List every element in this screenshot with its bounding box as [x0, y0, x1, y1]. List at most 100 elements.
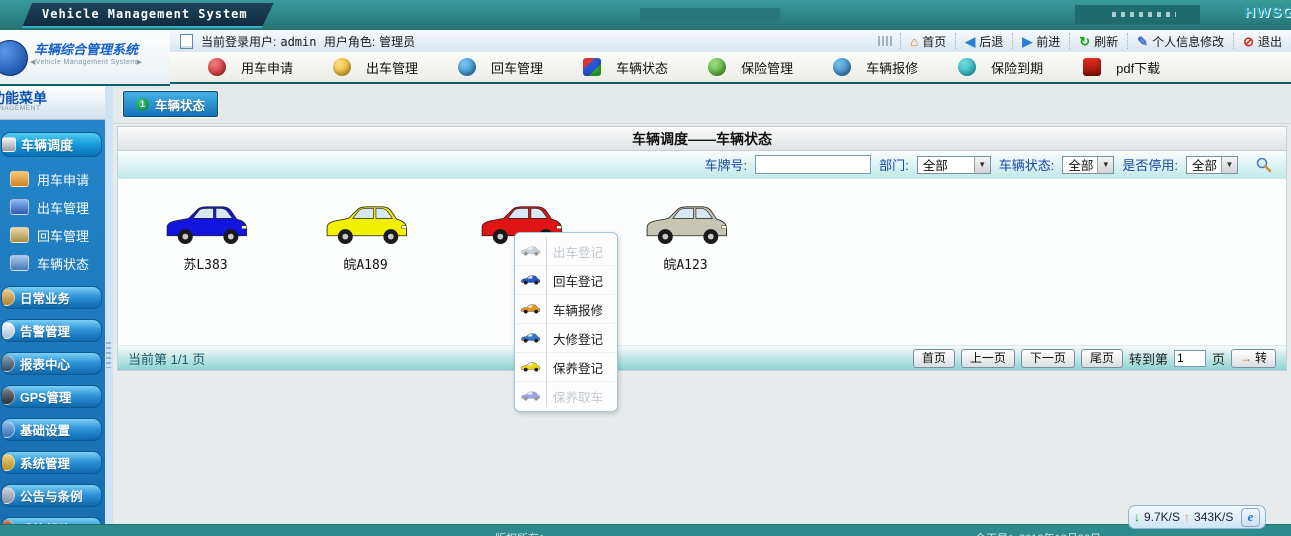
sidebar-item[interactable]: 出车管理	[0, 193, 105, 221]
dept-label: 部门:	[879, 155, 909, 174]
login-user-value: admin	[280, 35, 316, 49]
nav-item[interactable]: ✎ 个人信息修改	[1127, 33, 1233, 49]
sidebar-item[interactable]: 车辆状态	[0, 249, 105, 277]
sidebar-section-label: GPS管理	[20, 387, 71, 406]
chevron-down-icon: ▼	[1221, 157, 1237, 173]
tab-badge: 1	[136, 98, 149, 111]
toolbar-item-label: 车辆状态	[616, 58, 668, 77]
toolbar-item-label: 保险到期	[991, 58, 1043, 77]
context-menu-item[interactable]: 大修登记	[515, 323, 617, 352]
sidebar-section[interactable]: GPS管理	[1, 385, 102, 408]
brand-subtitle: ◀Vehicle Management System▶	[30, 58, 142, 66]
last-page-button[interactable]: 尾页	[1081, 349, 1123, 368]
sidebar-section-label: 告警管理	[20, 321, 70, 340]
vehicle-plate-label: 苏L383	[158, 254, 253, 273]
browser-icon[interactable]: e	[1241, 508, 1260, 527]
nav-item-label: 前进	[1036, 33, 1060, 50]
pagination-controls: 首页 上一页 下一页 尾页 转到第 页 → 转	[913, 349, 1276, 368]
toolbar-item-label: 保险管理	[741, 58, 793, 77]
tab-vehicle-status[interactable]: 1 车辆状态	[123, 91, 218, 117]
login-bar: 当前登录用户:admin 用户角色:管理员 ⌂ 首页 ◀ 后退 ▶ 前进	[170, 30, 1291, 53]
search-icon[interactable]	[1254, 156, 1272, 174]
sidebar-section-vehicle-dispatch[interactable]: 车辆调度	[1, 132, 102, 157]
dept-select-value: 全部	[923, 155, 974, 174]
sidebar-item[interactable]: 回车管理	[0, 221, 105, 249]
sidebar-section-label: 系统管理	[20, 453, 70, 472]
vehicle-plate-label: 皖A189	[318, 254, 413, 273]
logout-icon: ⊘	[1243, 35, 1254, 48]
toolbar-item-label: pdf下载	[1116, 58, 1160, 77]
sidebar-section[interactable]: 日常业务	[1, 286, 102, 309]
next-page-button[interactable]: 下一页	[1021, 349, 1075, 368]
forward-icon: ▶	[1022, 35, 1032, 48]
plate-input[interactable]	[755, 155, 871, 174]
nav-item[interactable]: ↻ 刷新	[1069, 33, 1127, 49]
nav-item[interactable]: ⊘ 退出	[1233, 33, 1291, 49]
goto-page-input[interactable]	[1174, 350, 1206, 367]
refresh-icon: ↻	[1079, 35, 1090, 48]
main-content: 1 车辆状态 车辆调度——车辆状态 车牌号: 部门: 全部 ▼ 车辆状态: 全部…	[113, 86, 1291, 524]
home-icon: ⌂	[910, 35, 918, 48]
watermark-logo: HWSG	[1244, 4, 1291, 21]
sidebar: 功能菜单 MANAGEMENT 车辆调度 用车申请 出车管理	[0, 86, 113, 536]
download-arrow-icon: ↓	[1134, 510, 1140, 524]
copyright-text: 版权所有：	[495, 530, 550, 536]
go-button-label: 转	[1255, 350, 1267, 367]
car-image	[320, 201, 412, 249]
context-menu-item-label: 保养取车	[553, 387, 603, 406]
vehicle-context-menu: 出车登记 回车登记	[514, 232, 618, 412]
sidebar-item-label: 用车申请	[37, 170, 89, 189]
sidebar-section-label: 基础设置	[20, 420, 70, 439]
sidebar-section[interactable]: 告警管理	[1, 319, 102, 342]
prev-page-button[interactable]: 上一页	[961, 349, 1015, 368]
nav-item[interactable]: ⌂ 首页	[900, 33, 955, 49]
toolbar-item[interactable]: 用车申请	[208, 58, 293, 77]
dept-select[interactable]: 全部 ▼	[917, 156, 991, 174]
sidebar-item-label: 出车管理	[37, 198, 89, 217]
sidebar-scrollbar[interactable]	[105, 86, 113, 536]
nav-item[interactable]: ▶ 前进	[1012, 33, 1069, 49]
nav-item[interactable]: ◀ 后退	[955, 33, 1012, 49]
menu-apply-icon	[10, 171, 29, 187]
vehicle-card[interactable]: 皖A123	[638, 201, 733, 273]
toolbar-item[interactable]: 保险到期	[958, 58, 1043, 77]
nav-item-label: 个人信息修改	[1152, 33, 1224, 50]
toolbar-item[interactable]: 回车管理	[458, 58, 543, 77]
toolbar-item[interactable]: 出车管理	[333, 58, 418, 77]
toolbar-item[interactable]: 保险管理	[708, 58, 793, 77]
filter-bar: 车牌号: 部门: 全部 ▼ 车辆状态: 全部 ▼ 是否停用: 全部 ▼	[117, 151, 1287, 178]
date-text: 今天是：2012年12月26日	[975, 530, 1101, 536]
vehicle-plate-label: 皖A123	[638, 254, 733, 273]
sidebar-section[interactable]: 报表中心	[1, 352, 102, 375]
dispatch-manage-icon	[333, 58, 351, 76]
toolbar-item[interactable]: pdf下载	[1083, 58, 1160, 77]
chevron-down-icon: ▼	[1097, 157, 1113, 173]
car-image	[640, 201, 732, 249]
toolbar-item[interactable]: 车辆状态	[583, 58, 668, 77]
vehicle-card[interactable]: 苏L383	[158, 201, 253, 273]
sidebar-header-subtitle: MANAGEMENT	[0, 105, 41, 112]
first-page-button[interactable]: 首页	[913, 349, 955, 368]
status-select[interactable]: 全部 ▼	[1062, 156, 1114, 174]
insurance-manage-icon	[708, 58, 726, 76]
context-menu-item[interactable]: 车辆报修	[515, 294, 617, 323]
context-menu-item: 出车登记	[515, 237, 617, 265]
sidebar-item[interactable]: 用车申请	[0, 165, 105, 193]
context-menu-item[interactable]: 回车登记	[515, 265, 617, 294]
vehicle-status-icon	[583, 58, 601, 76]
sidebar-section[interactable]: 基础设置	[1, 418, 102, 441]
toolbar-item[interactable]: 车辆报修	[833, 58, 918, 77]
context-menu-item[interactable]: 保养登记	[515, 352, 617, 381]
vehicle-card[interactable]: 皖A189	[318, 201, 413, 273]
context-menu-item-label: 回车登记	[553, 271, 603, 290]
stop-select[interactable]: 全部 ▼	[1186, 156, 1238, 174]
sidebar-section[interactable]: 公告与条例	[1, 484, 102, 507]
sidebar-section[interactable]: 系统管理	[1, 451, 102, 474]
scrollbar-thumb[interactable]	[106, 342, 111, 368]
sidebar-items: 用车申请 出车管理 回车管理 车辆状态	[0, 165, 105, 277]
go-button[interactable]: → 转	[1231, 349, 1276, 368]
nav-item-label: 后退	[979, 33, 1003, 50]
notice-rules-icon	[1, 487, 15, 504]
sidebar-item-label: 车辆状态	[37, 254, 89, 273]
return-manage-icon	[458, 58, 476, 76]
